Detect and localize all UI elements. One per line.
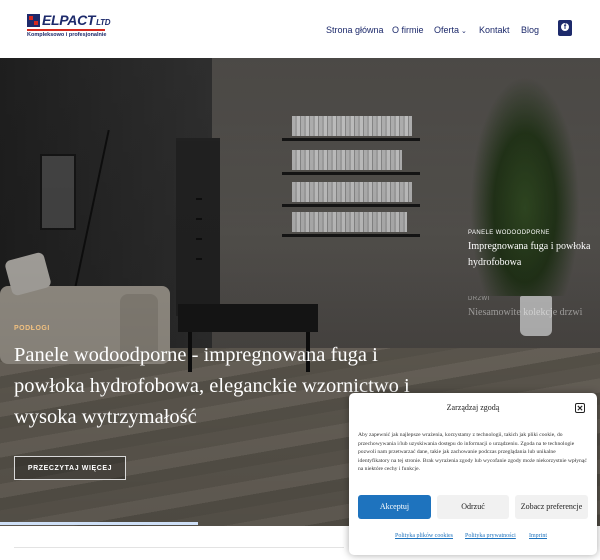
preferences-button[interactable]: Zobacz preferencje	[515, 495, 588, 519]
nav-oferta[interactable]: Oferta ⌄	[434, 25, 467, 35]
logo-tagline: Kompleksowo i profesjonalnie	[27, 32, 107, 38]
logo[interactable]: ELPACTLTD Kompleksowo i profesjonalnie	[27, 12, 111, 44]
accept-button[interactable]: Akceptuj	[358, 495, 431, 519]
chevron-down-icon: ⌄	[461, 28, 467, 35]
deny-button[interactable]: Odrzuć	[437, 495, 509, 519]
slide-category: PANELE WODOODPORNE	[468, 230, 550, 236]
consent-text: Aby zapewnić jak najlepsze wrażenia, kor…	[358, 432, 587, 472]
nav-kontakt[interactable]: Kontakt	[479, 25, 510, 35]
cookie-consent-dialog: Zarządzaj zgodą ✕ Aby zapewnić jak najle…	[349, 393, 597, 555]
nav-strona-glowna[interactable]: Strona główna	[326, 25, 384, 35]
logo-name: ELPACTLTD	[42, 12, 111, 28]
imprint-link[interactable]: Imprint	[529, 533, 547, 539]
slide-nav-item-1[interactable]: PANELE WODOODPORNE Impregnowana fuga i p…	[468, 230, 600, 271]
read-more-button[interactable]: PRZECZYTAJ WIĘCEJ	[14, 456, 126, 480]
site-header: ELPACTLTD Kompleksowo i profesjonalnie S…	[0, 0, 600, 58]
slider-progress-bar	[0, 522, 198, 525]
slide-nav-item-2[interactable]: DRZWI Niesamowite kolekcje drzwi	[468, 296, 582, 321]
logo-underline	[27, 29, 105, 31]
slide-category: DRZWI	[468, 296, 490, 302]
nav-o-firmie[interactable]: O firmie	[392, 25, 424, 35]
privacy-policy-link[interactable]: Polityka prywatności	[465, 533, 516, 539]
cookie-policy-link[interactable]: Polityka plików cookies	[395, 533, 453, 539]
slide-title: Niesamowite kolekcje drzwi	[468, 307, 583, 318]
hero-category[interactable]: PODŁOGI	[14, 325, 50, 332]
facebook-icon[interactable]: f	[558, 20, 572, 36]
close-icon[interactable]: ✕	[575, 403, 585, 413]
divider	[14, 547, 344, 548]
logo-mark	[27, 14, 40, 27]
nav-oferta-label: Oferta	[434, 25, 460, 35]
nav-blog[interactable]: Blog	[521, 25, 539, 35]
consent-title: Zarządzaj zgodą	[446, 403, 500, 412]
slide-title: Impregnowana fuga i powłoka hydrofobowa	[468, 241, 591, 268]
